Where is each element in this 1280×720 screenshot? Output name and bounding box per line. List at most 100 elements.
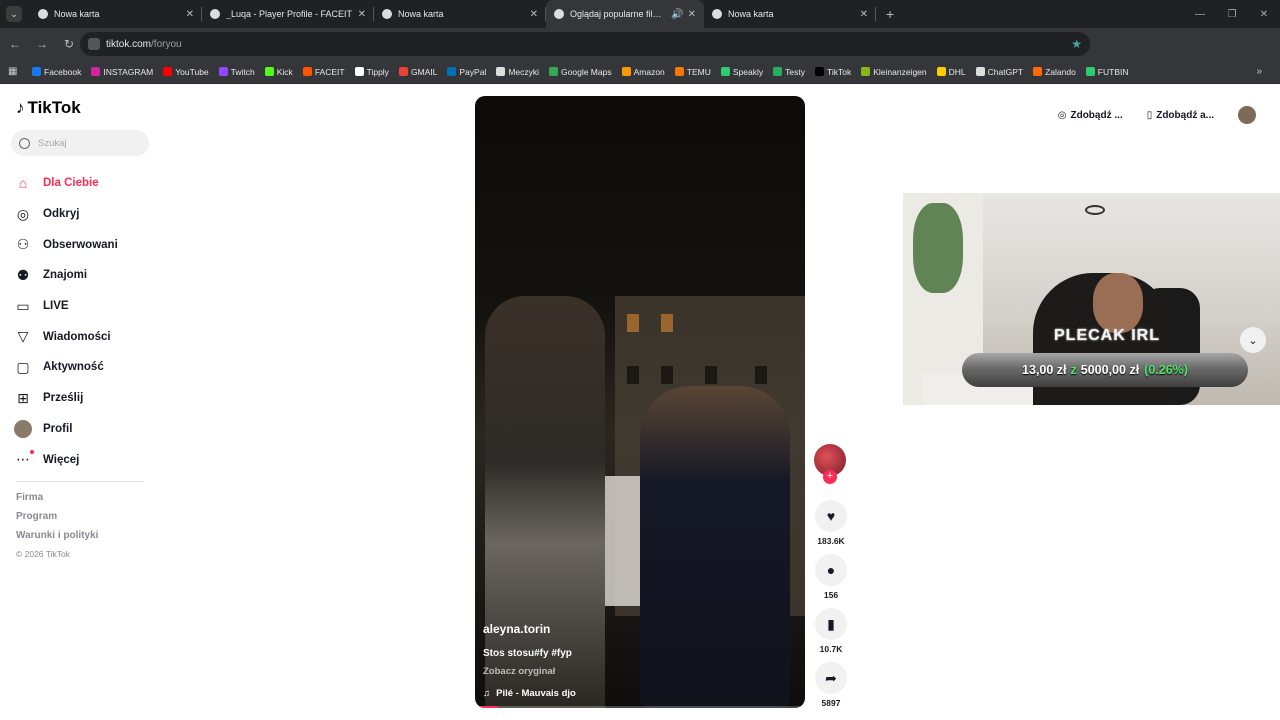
bookmark-item[interactable]: Testy [773,67,805,77]
video-actions: + ♥ 183.6K ● 156 ▮ 10.7K ➦ 5897 [814,444,848,716]
bookmark-favicon-icon [674,67,684,76]
sidebar-item[interactable]: ⚇ Obserwowani [14,229,118,260]
bookmark-item[interactable]: FUTBIN [1085,67,1129,77]
browser-toolbar: ← → ↻ tiktok.com/foryou ★ ◆ ● ◍ ⧉ ≡ ● ⋮ [0,28,1280,77]
bookmark-item[interactable]: INSTAGRAM [91,67,153,77]
get-app-button[interactable]: ▯ Zdobądź a... [1147,110,1214,121]
friends-icon: ⚉ [16,266,30,283]
bookmark-label: Amazon [633,66,665,77]
bookmark-item[interactable]: Amazon [621,66,665,77]
site-info-icon[interactable] [88,38,100,50]
close-tab-icon[interactable]: ✕ [860,9,868,20]
follow-plus-icon[interactable]: + [823,470,837,484]
reload-button[interactable]: ↻ [57,37,81,51]
close-tab-icon[interactable]: ✕ [688,9,696,20]
goal-separator: z [1070,363,1077,377]
author-avatar[interactable]: + [814,444,846,484]
heart-icon[interactable]: ♥ [815,500,847,532]
browser-tab[interactable]: Nowa karta ✕ [30,0,202,28]
bookmark-label: FACEIT [314,66,345,77]
back-button[interactable]: ← [3,37,27,51]
bookmark-item[interactable]: Tipply [354,67,389,77]
copyright: © 2026 TikTok [16,549,70,559]
close-tab-icon[interactable]: ✕ [186,9,194,20]
bookmark-item[interactable]: Kick [264,67,293,77]
bookmark-item[interactable]: Twitch [218,67,255,77]
tab-title: Nowa karta [398,9,444,19]
sidebar-item[interactable]: ▽ Wiadomości [14,321,118,352]
share-icon[interactable]: ➦ [815,662,847,694]
maximize-button[interactable]: ❐ [1216,9,1248,20]
tab-search-button[interactable]: ⌄ [6,6,22,22]
music-link[interactable]: ♫ Pilé - Mauvais djo [483,688,576,699]
tab-favicon-icon [382,9,392,19]
close-tab-icon[interactable]: ✕ [530,9,538,20]
phone-icon: ▯ [1146,109,1153,121]
close-window-button[interactable]: ✕ [1248,9,1280,20]
close-tab-icon[interactable]: ✕ [358,9,366,20]
footer-link-program[interactable]: Program [16,511,98,530]
bookmark-item[interactable]: TEMU [674,67,711,77]
tab-separator [875,7,876,21]
tab-title: Nowa karta [54,9,100,19]
bookmark-item[interactable]: TikTok [814,67,851,77]
bookmark-icon[interactable]: ▮ [815,608,847,640]
url-host: tiktok.com [106,38,152,50]
tab-title: _Luqa - Player Profile - FACEIT [226,9,353,19]
footer-link-company[interactable]: Firma [16,492,98,511]
forward-button[interactable]: → [30,37,54,51]
browser-tab[interactable]: _Luqa - Player Profile - FACEIT ✕ [202,0,374,28]
video-progress-bar[interactable] [475,706,805,708]
browser-tab[interactable]: Oglądaj popularne filmy | T 🔊 ✕ [546,0,704,28]
sidebar-item[interactable]: ⚉ Znajomi [14,260,118,291]
sidebar-item[interactable]: ⋯ Więcej [14,444,118,475]
apps-grid-icon[interactable]: ▦ [8,66,24,77]
bookmark-item[interactable]: ChatGPT [975,66,1024,77]
bookmark-star-icon[interactable]: ★ [1071,37,1082,51]
tiktok-logo[interactable]: ♪ TikTok [16,98,81,118]
see-original-link[interactable]: Zobacz oryginał [483,666,555,677]
sidebar-item[interactable]: ⌂ Dla Ciebie [14,168,118,199]
bookmark-item[interactable]: Meczyki [496,67,539,77]
bookmark-item[interactable]: DHL [936,67,966,77]
bookmark-item[interactable]: Zalando [1033,67,1076,77]
new-tab-button[interactable]: + [886,6,894,22]
activity-icon: ▢ [16,358,30,375]
comment-icon[interactable]: ● [815,554,847,586]
chevron-down-icon[interactable]: ⌄ [1240,327,1266,353]
bookmark-item[interactable]: PayPal [447,67,486,77]
sidebar-item[interactable]: Profil [14,414,118,445]
bookmark-item[interactable]: Speakly [720,67,763,77]
bookmark-label: ChatGPT [987,66,1024,77]
get-coins-button[interactable]: ◎ Zdobądź ... [1058,110,1123,121]
bookmark-item[interactable]: FACEIT [302,66,345,77]
footer-link-terms[interactable]: Warunki i polityki [16,530,98,549]
sidebar-item[interactable]: ◎ Odkryj [14,199,118,230]
user-avatar[interactable] [1238,106,1256,124]
sidebar-item[interactable]: ▭ LIVE [14,291,118,322]
sidebar-item[interactable]: ⊞ Prześlij [14,383,118,414]
address-bar[interactable]: tiktok.com/foryou ★ [80,32,1090,56]
sidebar-item[interactable]: ▢ Aktywność [14,352,118,383]
browser-tab[interactable]: Nowa karta ✕ [704,0,876,28]
bookmark-label: Facebook [44,66,82,77]
bookmarks-overflow-icon[interactable]: » [1256,66,1262,77]
sidebar-item-label: Dla Ciebie [43,177,99,190]
bookmark-item[interactable]: YouTube [163,67,209,77]
sidebar-footer: Firma Program Warunki i polityki © 2026 … [16,492,98,568]
url-path: /foryou [151,38,182,50]
video-author[interactable]: aleyna.torin [483,622,550,636]
sidebar-item-label: Wiadomości [43,330,111,343]
bookmark-item[interactable]: Facebook [32,67,81,77]
search-input[interactable]: Szukaj [11,130,149,156]
video-player[interactable]: aleyna.torin Stos stosu#fy #fyp Zobacz o… [475,96,805,708]
bookmark-favicon-icon [814,67,824,76]
minimize-button[interactable]: — [1184,9,1216,20]
speaker-icon[interactable]: 🔊 [671,9,683,20]
video-progress-fill [475,706,499,708]
bookmark-item[interactable]: Kleinanzeigen [861,67,927,77]
sidebar-item-label: Profil [43,422,73,435]
bookmark-item[interactable]: Google Maps [549,67,612,77]
browser-tab[interactable]: Nowa karta ✕ [374,0,546,28]
bookmark-item[interactable]: GMAIL [398,67,437,77]
